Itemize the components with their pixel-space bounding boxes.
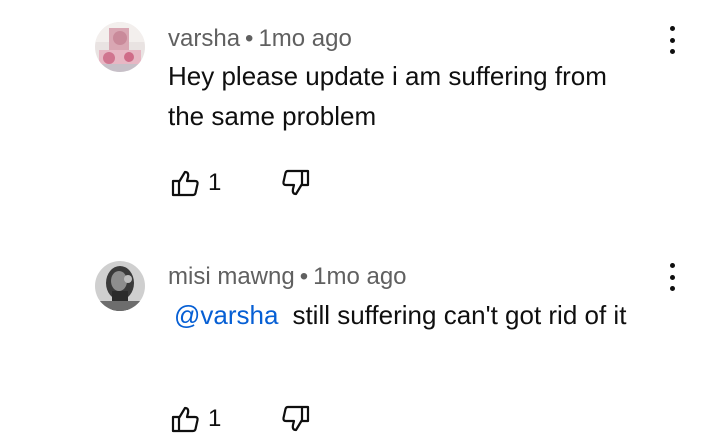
avatar-image <box>95 261 145 311</box>
like-count: 1 <box>208 169 222 196</box>
more-vert-icon[interactable] <box>660 261 684 293</box>
comment-content: Hey please update i am suffering from th… <box>168 61 607 131</box>
comment-text: Hey please update i am suffering from th… <box>168 56 648 136</box>
thumbs-down-icon <box>282 405 310 432</box>
comment-text: @varsha still suffering can't got rid of … <box>168 295 648 335</box>
more-vert-icon[interactable] <box>660 24 684 56</box>
like-button[interactable]: 1 <box>170 404 221 434</box>
like-button[interactable]: 1 <box>170 168 221 198</box>
comment-meta: misi mawng • 1mo ago <box>168 263 407 291</box>
comment-actions: 1 <box>170 166 311 200</box>
avatar[interactable] <box>95 22 145 72</box>
comment-content: still suffering can't got rid of it <box>292 300 627 330</box>
comment-actions: 1 <box>170 402 311 436</box>
thumbs-up-icon <box>171 170 199 197</box>
dislike-button[interactable] <box>281 404 311 434</box>
comment-timestamp[interactable]: 1mo ago <box>313 263 406 290</box>
comment-timestamp[interactable]: 1mo ago <box>258 25 351 52</box>
like-count: 1 <box>208 405 222 432</box>
author-name[interactable]: varsha <box>168 25 240 52</box>
dislike-button[interactable] <box>281 168 311 198</box>
thumbs-up-icon <box>171 406 199 433</box>
comment-meta: varsha • 1mo ago <box>168 25 352 53</box>
mention-link[interactable]: @varsha <box>174 300 278 330</box>
meta-separator: • <box>299 263 309 290</box>
thumbs-down-icon <box>282 169 310 196</box>
avatar[interactable] <box>95 261 145 311</box>
meta-separator: • <box>245 25 254 52</box>
author-name[interactable]: misi mawng <box>168 263 295 290</box>
avatar-image <box>95 22 145 72</box>
